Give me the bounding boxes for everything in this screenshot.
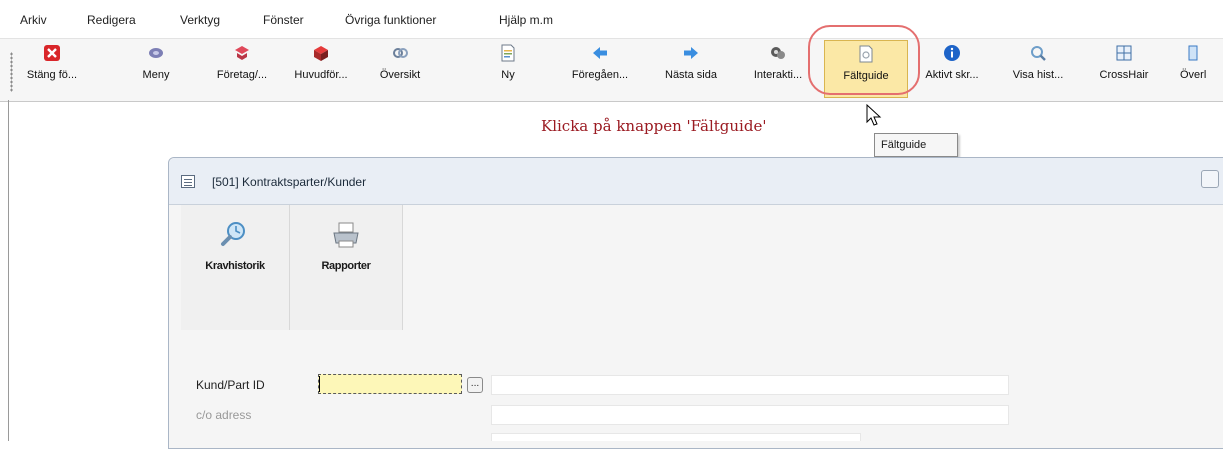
overlay-button[interactable]: Överl <box>1168 40 1223 98</box>
toolbar-label: Överl <box>1180 69 1207 81</box>
toolbar-label: Aktivt skr... <box>925 69 979 81</box>
menu-bar: Arkiv Redigera Verktyg Fönster Övriga fu… <box>0 0 1223 34</box>
new-document-icon <box>501 44 515 62</box>
window-form-icon <box>181 175 195 188</box>
overview-button[interactable]: Översikt <box>366 40 434 98</box>
menu-redigera[interactable]: Redigera <box>87 13 136 27</box>
toolbar-label: Huvudför... <box>294 69 348 81</box>
arrow-right-icon <box>684 47 698 59</box>
close-form-button[interactable]: Stäng fö... <box>16 40 88 98</box>
company-icon <box>235 46 249 60</box>
menu-arkiv[interactable]: Arkiv <box>20 13 47 27</box>
close-icon <box>44 45 60 61</box>
history-icon <box>1031 46 1046 61</box>
highlight-callout <box>808 25 920 95</box>
interaction-icon <box>771 47 785 59</box>
crosshair-icon <box>1116 45 1132 61</box>
company-button[interactable]: Företag/... <box>200 40 284 98</box>
previous-page-button[interactable]: Föregåen... <box>554 40 646 98</box>
overview-icon <box>393 48 408 58</box>
ribbon-label: Kravhistorik <box>205 260 265 272</box>
info-icon <box>944 45 960 61</box>
kund-id-label: Kund/Part ID <box>196 378 265 392</box>
active-screen-button[interactable]: Aktivt skr... <box>910 40 994 98</box>
toolbar-label: Föregåen... <box>571 69 629 81</box>
claim-history-icon <box>221 222 245 246</box>
next-page-button[interactable]: Nästa sida <box>648 40 734 98</box>
printer-icon <box>333 222 359 248</box>
toolbar-label: Visa hist... <box>1012 69 1064 81</box>
toolbar-label: Nästa sida <box>665 69 717 81</box>
co-address-input[interactable] <box>491 405 1009 425</box>
tooltip: Fältguide <box>874 133 958 157</box>
ribbon-label: Rapporter <box>321 260 371 272</box>
window-minimize-button[interactable] <box>1201 170 1219 188</box>
window-title-bar[interactable]: [501] Kontraktsparter/Kunder <box>169 158 1223 205</box>
address-input[interactable] <box>491 433 861 441</box>
reports-button[interactable]: Rapporter <box>290 205 403 330</box>
toolbar-label: Företag/... <box>216 69 268 81</box>
new-button[interactable]: Ny <box>488 40 528 98</box>
kund-id-input[interactable] <box>318 374 462 394</box>
claim-history-button[interactable]: Kravhistorik <box>181 205 290 330</box>
overlay-icon <box>1188 45 1198 61</box>
menu-fonster[interactable]: Fönster <box>263 13 304 27</box>
main-ledger-icon <box>314 46 328 61</box>
menu-icon <box>149 48 163 58</box>
instruction-text: Klicka på knappen 'Fältguide' <box>541 117 767 135</box>
workspace-border <box>8 100 9 441</box>
menu-ovriga-funktioner[interactable]: Övriga funktioner <box>345 13 436 27</box>
toolbar-grip[interactable] <box>10 52 13 92</box>
arrow-left-icon <box>593 47 607 59</box>
toolbar-label: Översikt <box>379 69 421 81</box>
kund-lookup-button[interactable]: ... <box>467 377 483 393</box>
main-ledger-button[interactable]: Huvudför... <box>284 40 358 98</box>
mouse-cursor-icon <box>866 104 882 126</box>
show-history-button[interactable]: Visa hist... <box>996 40 1080 98</box>
toolbar-label: Meny <box>142 69 170 81</box>
text-caret <box>319 376 320 392</box>
toolbar-label: Ny <box>501 69 515 81</box>
toolbar-label: CrossHair <box>1099 69 1149 81</box>
menu-hjalp[interactable]: Hjälp m.m <box>499 13 553 27</box>
kund-name-input[interactable] <box>491 375 1009 395</box>
toolbar-label: Stäng fö... <box>26 69 78 81</box>
co-address-label: c/o adress <box>196 408 252 422</box>
menu-button[interactable]: Meny <box>128 40 184 98</box>
window-title: [501] Kontraktsparter/Kunder <box>212 175 367 189</box>
crosshair-button[interactable]: CrossHair <box>1082 40 1166 98</box>
menu-verktyg[interactable]: Verktyg <box>180 13 220 27</box>
